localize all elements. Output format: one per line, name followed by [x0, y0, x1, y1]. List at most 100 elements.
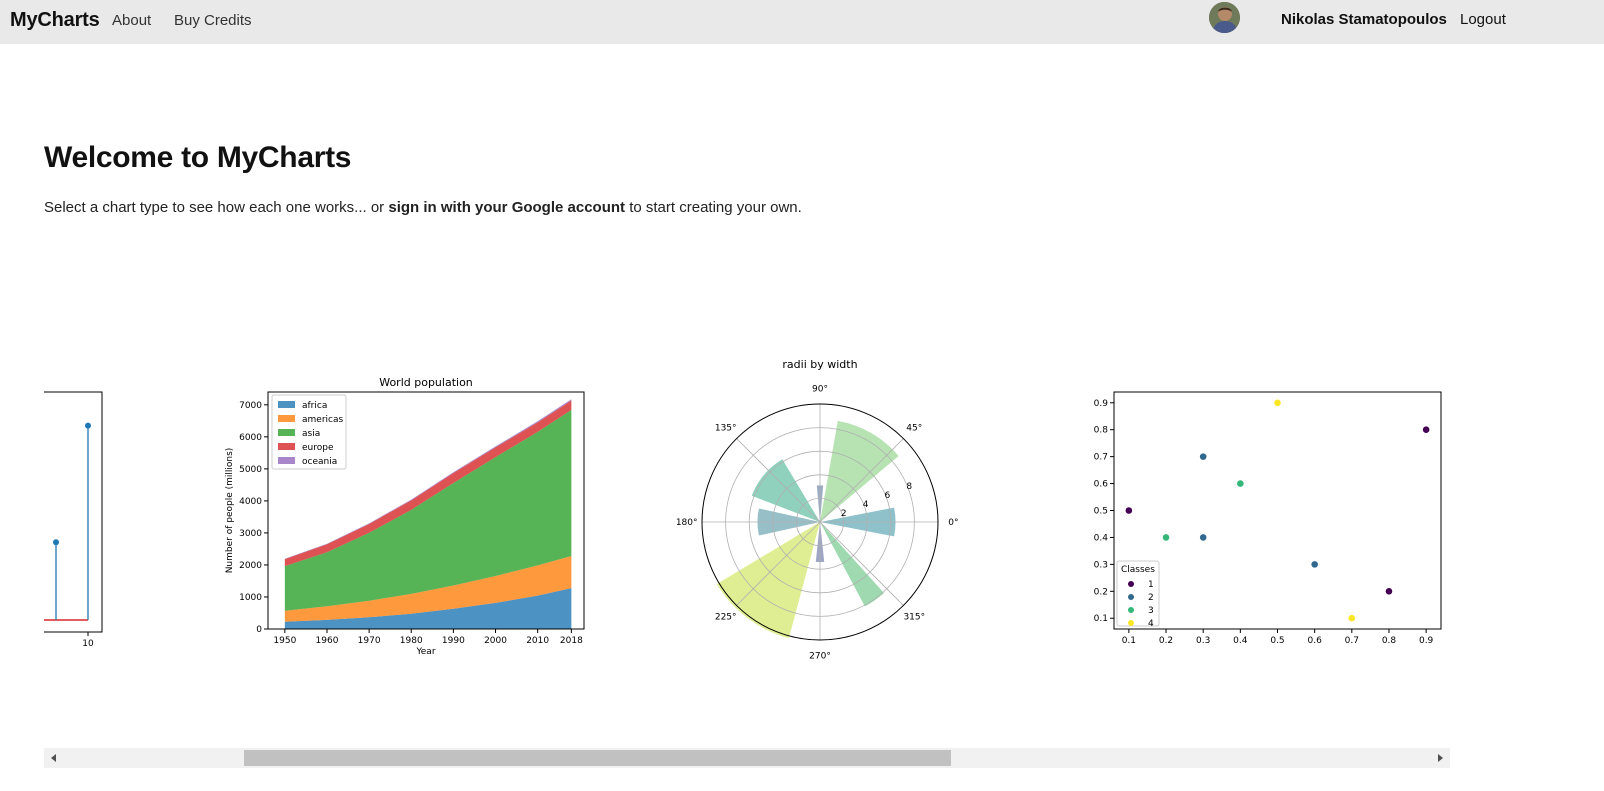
area-ytick-label: 5000: [239, 465, 262, 475]
polar-angle-label: 225°: [715, 612, 737, 622]
scatter-ytick-label: 0.9: [1094, 399, 1109, 409]
google-sign-in-link[interactable]: sign in with your Google account: [388, 199, 625, 216]
area-ytick-label: 7000: [239, 401, 262, 411]
polar-angle-label: 0°: [948, 518, 958, 528]
area-xtick-label: 2018: [560, 636, 583, 646]
scroll-right-icon[interactable]: [1430, 748, 1450, 768]
area-legend-swatch-oceania: [278, 457, 295, 464]
area-legend-swatch-europe: [278, 443, 295, 450]
polar-angle-label: 270°: [809, 651, 831, 661]
area-xtick-label: 2000: [484, 636, 507, 646]
area-legend-label: americas: [302, 415, 343, 425]
area-ytick-label: 3000: [239, 529, 262, 539]
area-xlabel: Year: [415, 647, 435, 657]
top-navbar: MyCharts About Buy Credits Nikolas Stama…: [0, 0, 1604, 44]
area-xtick-label: 1960: [316, 636, 339, 646]
stem-marker-1: [85, 422, 91, 429]
polar-angle-label: 315°: [903, 612, 925, 622]
area-ytick-label: 0: [256, 625, 262, 635]
scatter-legend-label: 3: [1148, 606, 1154, 616]
scatter-point-3: [1199, 534, 1207, 541]
scatter-ytick-label: 0.3: [1094, 560, 1108, 570]
scatter-point-4: [1237, 480, 1244, 487]
scatter-xtick-label: 0.7: [1345, 636, 1359, 646]
scatter-legend-label: 4: [1148, 619, 1154, 629]
scatter-legend-label: 1: [1148, 580, 1154, 590]
area-legend-label: oceania: [302, 457, 337, 467]
stem-marker-0: [53, 539, 59, 546]
polar-chart-title: radii by width: [782, 360, 857, 371]
logout-link[interactable]: Logout: [1460, 11, 1506, 28]
polar-radial-label: 2: [841, 509, 847, 519]
scatter-point-1: [1162, 534, 1170, 541]
area-ytick-label: 2000: [239, 561, 262, 571]
intro-before: Select a chart type to see how each one …: [44, 199, 389, 216]
scatter-point-7: [1348, 614, 1356, 622]
area-legend-swatch-americas: [278, 415, 295, 422]
polar-angle-label: 180°: [676, 518, 698, 528]
scatter-xtick-label: 0.2: [1159, 636, 1173, 646]
area-ytick-label: 1000: [239, 593, 262, 603]
stem-xtick-label: 10: [82, 639, 94, 649]
polar-radial-label: 8: [906, 482, 912, 492]
scatter-xtick-label: 0.3: [1196, 636, 1210, 646]
area-legend-label: asia: [302, 429, 320, 439]
scatter-xtick-label: 0.4: [1233, 636, 1248, 646]
scatter-point-8: [1385, 587, 1393, 595]
polar-bar-chart[interactable]: 0° 45° 90° 135° 180° 225° 270° 315° 2 4 6 8 radii by…: [670, 360, 970, 675]
scatter-xtick-label: 0.9: [1419, 636, 1434, 646]
area-ytick-label: 6000: [239, 433, 262, 443]
scatter-legend-marker-4: [1128, 620, 1134, 626]
scatter-ytick-label: 0.6: [1094, 480, 1109, 490]
scatter-ytick-label: 0.7: [1094, 453, 1108, 463]
polar-radial-label: 4: [863, 500, 869, 510]
brand-logo[interactable]: MyCharts: [10, 9, 100, 32]
nav-about-link[interactable]: About: [112, 12, 151, 29]
scatter-ytick-label: 0.2: [1094, 587, 1108, 597]
area-ylabel: Number of people (millions): [225, 448, 235, 574]
intro-after: to start creating your own.: [625, 199, 802, 216]
scatter-xtick-label: 0.5: [1270, 636, 1284, 646]
world-population-chart[interactable]: World population 1950 1960 1970 1980 1990 2000…: [170, 360, 610, 675]
scrollbar-thumb[interactable]: [244, 750, 951, 766]
area-legend-swatch-asia: [278, 429, 295, 436]
nav-buy-credits-link[interactable]: Buy Credits: [174, 12, 252, 29]
scroll-left-icon[interactable]: [44, 748, 64, 768]
area-xtick-label: 1970: [358, 636, 381, 646]
user-name: Nikolas Stamatopoulos: [1281, 11, 1447, 28]
user-avatar[interactable]: [1209, 2, 1240, 33]
scatter-ytick-label: 0.8: [1094, 426, 1109, 436]
polar-radial-label: 6: [885, 491, 891, 501]
scatter-legend-marker-1: [1128, 581, 1134, 587]
area-legend-label: europe: [302, 443, 334, 453]
scatter-xtick-label: 0.6: [1307, 636, 1322, 646]
stem-axes-frame: [44, 391, 103, 633]
area-chart-title: World population: [379, 376, 473, 389]
area-ytick-label: 4000: [239, 497, 262, 507]
scatter-point-9: [1422, 426, 1430, 434]
stem-chart[interactable]: 10: [44, 360, 124, 675]
intro-text: Select a chart type to see how each one …: [44, 199, 802, 216]
chart-carousel[interactable]: 10 World population 1950 1960 1970 1980 1990 2…: [44, 360, 1450, 675]
scatter-ytick-label: 0.5: [1094, 507, 1108, 517]
scatter-legend-label: 2: [1148, 593, 1154, 603]
scatter-legend-title: Classes: [1121, 565, 1155, 575]
carousel-scrollbar[interactable]: [44, 748, 1450, 768]
polar-angle-label: 135°: [715, 424, 737, 434]
area-xtick-label: 1990: [442, 636, 465, 646]
scatter-legend-marker-2: [1128, 594, 1134, 600]
area-xtick-label: 1950: [273, 636, 296, 646]
scatter-xtick-label: 0.1: [1122, 636, 1136, 646]
scatter-ytick-label: 0.4: [1094, 533, 1109, 543]
area-xtick-label: 1980: [400, 636, 423, 646]
polar-angle-label: 45°: [906, 424, 922, 434]
scatter-point-6: [1311, 561, 1318, 568]
area-legend-swatch-africa: [278, 401, 295, 408]
scatter-point-0: [1125, 507, 1133, 514]
scatter-point-5: [1274, 399, 1281, 407]
polar-angle-label: 90°: [812, 385, 828, 395]
scatter-classes-chart[interactable]: 0.1 0.2 0.3 0.4 0.5 0.6 0.7 0.8 0.9 0.1 0.2 0.3 0.4 0…: [1044, 360, 1450, 675]
scatter-point-2: [1199, 453, 1207, 460]
area-legend-label: africa: [302, 401, 327, 411]
page-title: Welcome to MyCharts: [44, 141, 352, 174]
